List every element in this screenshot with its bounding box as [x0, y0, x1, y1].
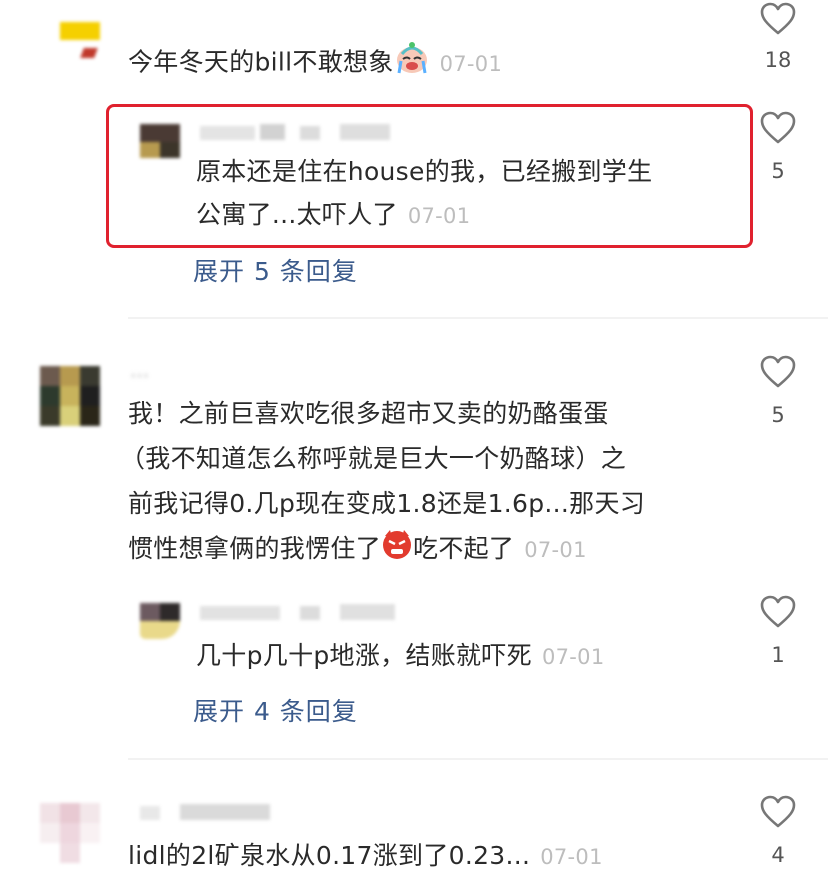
avatar[interactable]: [60, 22, 100, 62]
like-count: 1: [771, 643, 785, 667]
like-count: 5: [771, 159, 785, 183]
comment-date: 07-01: [540, 845, 603, 869]
divider: [128, 317, 828, 319]
reply-text: 几十p几十p地涨，结账就吓死 07-01: [196, 634, 604, 679]
like-count: 4: [771, 843, 785, 867]
username-blurred: [140, 804, 340, 822]
comment-body: 惯性想拿俩的我愣住了: [128, 534, 382, 563]
divider: [128, 758, 828, 760]
comment-body: 今年冬天的bill不敢想象: [128, 47, 394, 77]
avatar[interactable]: [40, 366, 120, 426]
like-button[interactable]: 1: [758, 595, 798, 667]
avatar[interactable]: [40, 803, 102, 865]
heart-icon: [760, 111, 796, 144]
username-blurred: [200, 604, 400, 622]
avatar[interactable]: [140, 124, 180, 158]
comment-text-line-1: 我！之前巨喜欢吃很多超市又卖的奶酪蛋蛋: [128, 399, 609, 428]
heart-icon: [760, 355, 796, 388]
like-count: 5: [771, 403, 785, 427]
reply-text-line-2: 公寓了...太吓人了 07-01: [196, 193, 470, 238]
reply-text-line-1: 原本还是住在house的我，已经搬到学生: [196, 157, 653, 186]
like-button[interactable]: 5: [758, 355, 798, 427]
reply-body: 公寓了...太吓人了: [196, 200, 398, 229]
avatar[interactable]: [140, 603, 180, 639]
comment-body: 吃不起了: [413, 534, 515, 563]
comment-date: 07-01: [439, 51, 503, 76]
angry-face-icon: [381, 528, 413, 573]
comment-text: lidl的2l矿泉水从0.17涨到了0.23... 07-01: [128, 834, 603, 879]
heart-icon: [760, 595, 796, 628]
comment-body: lidl的2l矿泉水从0.17涨到了0.23...: [128, 841, 531, 870]
reply-body: 几十p几十p地涨，结账就吓死: [196, 641, 532, 670]
username-blurred: [200, 124, 400, 142]
expand-replies-link[interactable]: 展开 4 条回复: [193, 692, 358, 728]
comment-date: 07-01: [524, 538, 587, 562]
comment-text-line-2: （我不知道怎么称呼就是巨大一个奶酪球）之: [120, 444, 627, 473]
like-button[interactable]: 18: [758, 2, 798, 72]
reply-date: 07-01: [541, 645, 605, 669]
username[interactable]: ...: [130, 358, 149, 382]
comment-text-line-4: 惯性想拿俩的我愣住了 吃不起了 07-01: [128, 527, 587, 573]
like-count: 18: [764, 48, 792, 72]
reply-date: 07-01: [407, 204, 471, 228]
heart-icon: [760, 795, 796, 828]
expand-replies-link[interactable]: 展开 5 条回复: [193, 252, 358, 288]
crying-face-icon: [394, 40, 430, 87]
heart-icon: [760, 2, 796, 35]
like-button[interactable]: 4: [758, 795, 798, 867]
like-button[interactable]: 5: [758, 111, 798, 183]
comment-text-line-3: 前我记得0.几p现在变成1.8还是1.6p...那天习: [128, 489, 646, 518]
comment-text: 今年冬天的bill不敢想象 07-01: [128, 40, 502, 87]
